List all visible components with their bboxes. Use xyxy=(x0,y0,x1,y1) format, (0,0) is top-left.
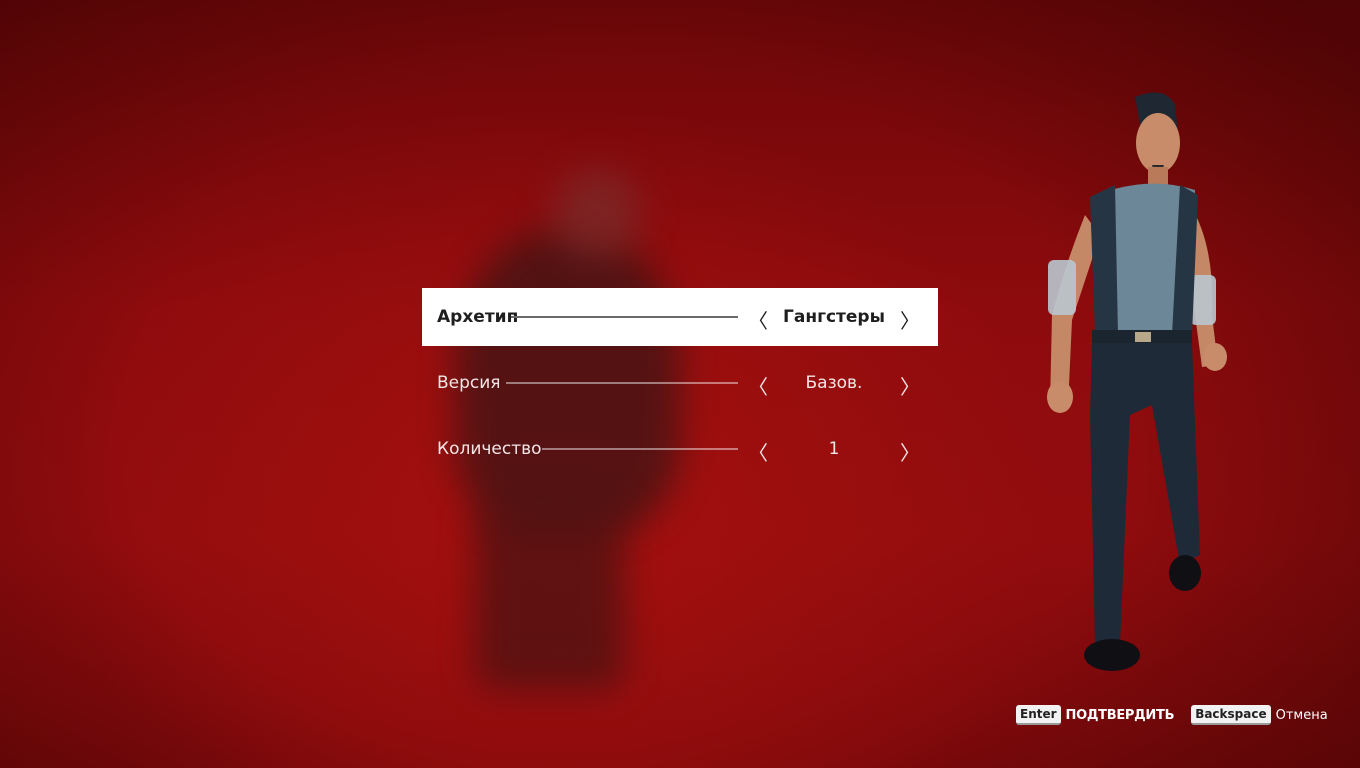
key-hints-bar: Enter ПОДТВЕРДИТЬ Backspace Отмена xyxy=(1016,705,1328,725)
archetype-value: Гангстеры xyxy=(783,307,885,327)
quantity-prev-arrow-icon[interactable]: 〈 xyxy=(748,437,768,466)
background-figure-head-blur xyxy=(552,168,642,258)
version-value: Базов. xyxy=(805,373,863,393)
enter-key-badge[interactable]: Enter xyxy=(1016,705,1061,725)
archetype-row[interactable]: Архетип 〈 Гангстеры 〉 xyxy=(422,288,938,346)
quantity-value: 1 xyxy=(828,439,840,459)
quantity-label: Количество xyxy=(437,439,542,459)
version-next-arrow-icon[interactable]: 〉 xyxy=(900,371,920,400)
version-row[interactable]: Версия 〈 Базов. 〉 xyxy=(422,354,938,412)
archetype-next-arrow-icon[interactable]: 〉 xyxy=(900,305,920,334)
background-figure-legs-blur xyxy=(475,500,625,690)
row-divider-line xyxy=(506,382,738,384)
version-label: Версия xyxy=(437,373,501,393)
row-divider-line xyxy=(511,316,738,318)
archetype-label: Архетип xyxy=(437,307,519,327)
confirm-label: ПОДТВЕРДИТЬ xyxy=(1065,707,1175,723)
crew-options-menu: Архетип 〈 Гангстеры 〉 Версия 〈 Базов. 〉 … xyxy=(422,288,938,486)
gangster-character-model xyxy=(1047,92,1227,671)
version-prev-arrow-icon[interactable]: 〈 xyxy=(748,371,768,400)
archetype-prev-arrow-icon[interactable]: 〈 xyxy=(748,305,768,334)
backspace-key-badge[interactable]: Backspace xyxy=(1191,705,1271,725)
row-divider-line xyxy=(542,448,738,450)
quantity-row[interactable]: Количество 〈 1 〉 xyxy=(422,420,938,478)
quantity-next-arrow-icon[interactable]: 〉 xyxy=(900,437,920,466)
cancel-label: Отмена xyxy=(1275,707,1328,723)
